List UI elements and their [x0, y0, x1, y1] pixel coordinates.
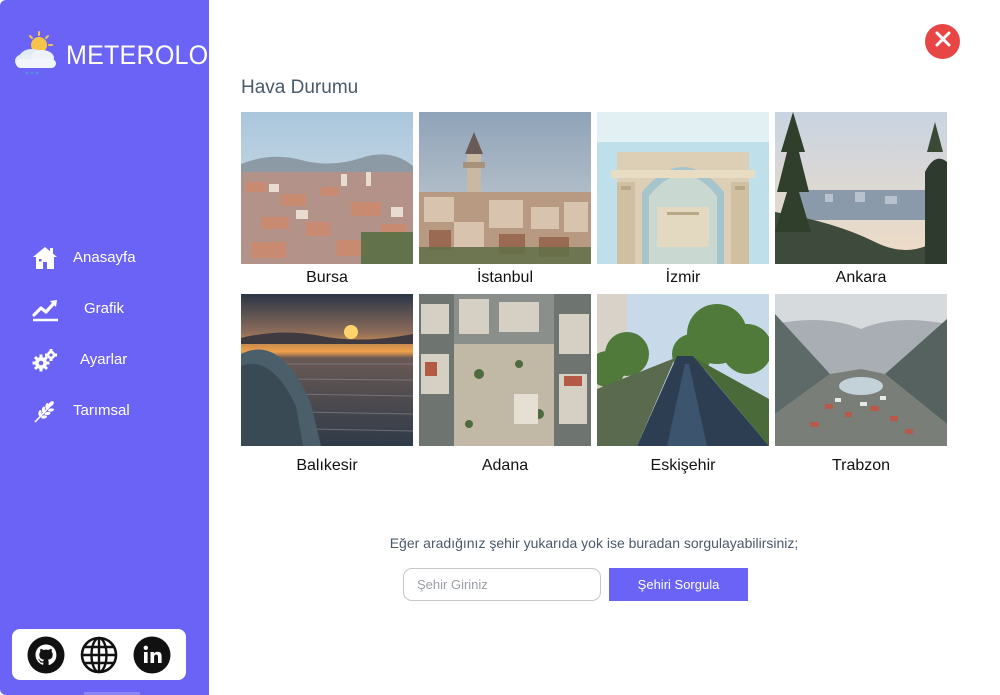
home-icon: [30, 243, 60, 273]
sidebar: METEROLOG Anasayfa Grafik Ayarlar Tarıms…: [0, 0, 228, 695]
linkedin-icon[interactable]: [133, 636, 171, 674]
query-city-button[interactable]: Şehiri Sorgula: [609, 568, 748, 601]
github-icon[interactable]: [27, 636, 65, 674]
gears-icon: [30, 345, 60, 375]
sidebar-item-label: Tarımsal: [73, 402, 130, 419]
city-card-trabzon[interactable]: Trabzon: [775, 294, 947, 474]
chart-line-icon: [30, 294, 60, 324]
city-card-bursa[interactable]: Bursa: [241, 112, 413, 286]
city-name: Ankara: [835, 269, 887, 286]
city-image: [775, 294, 947, 446]
sidebar-nav: Anasayfa Grafik Ayarlar Tarımsal: [0, 232, 209, 436]
sidebar-item-ayarlar[interactable]: Ayarlar: [0, 334, 209, 385]
app-title: METEROLOG: [66, 40, 229, 70]
city-image: [419, 112, 591, 264]
city-search-input[interactable]: [403, 568, 601, 601]
weather-cloud-sun-icon: [10, 28, 60, 83]
city-image: [597, 112, 769, 264]
city-image: [241, 112, 413, 264]
city-name: Bursa: [306, 269, 348, 286]
close-button[interactable]: [925, 24, 960, 59]
sidebar-item-tarimsal[interactable]: Tarımsal: [0, 385, 209, 436]
page-title: Hava Durumu: [241, 77, 359, 98]
city-name: Balıkesir: [296, 457, 358, 474]
city-image: [775, 112, 947, 264]
city-image: [597, 294, 769, 446]
city-name: İstanbul: [476, 269, 534, 286]
close-icon: [934, 30, 952, 53]
city-card-ankara[interactable]: Ankara: [775, 112, 947, 286]
city-card-izmir[interactable]: İzmir: [597, 112, 769, 286]
brand: METEROLOG: [10, 28, 240, 83]
sidebar-item-label: Ayarlar: [80, 351, 128, 368]
city-card-adana[interactable]: Adana: [419, 294, 591, 474]
sidebar-item-label: Grafik: [84, 300, 125, 317]
query-hint-text: Eğer aradığınız şehir yukarıda yok ise b…: [389, 535, 799, 551]
sidebar-item-label: Anasayfa: [73, 249, 136, 266]
globe-icon[interactable]: [80, 636, 118, 674]
city-image: [419, 294, 591, 446]
city-name: Trabzon: [831, 457, 891, 474]
city-image: [241, 294, 413, 446]
city-card-eskisehir[interactable]: Eskişehir: [597, 294, 769, 474]
city-name: İzmir: [665, 269, 701, 286]
social-links: [12, 629, 186, 680]
wheat-icon: [30, 396, 60, 426]
sidebar-item-grafik[interactable]: Grafik: [0, 283, 209, 334]
city-name: Adana: [481, 457, 529, 474]
city-card-balikesir[interactable]: Balıkesir: [241, 294, 413, 474]
city-name: Eskişehir: [650, 457, 716, 474]
city-card-istanbul[interactable]: İstanbul: [419, 112, 591, 286]
sidebar-item-anasayfa[interactable]: Anasayfa: [0, 232, 209, 283]
